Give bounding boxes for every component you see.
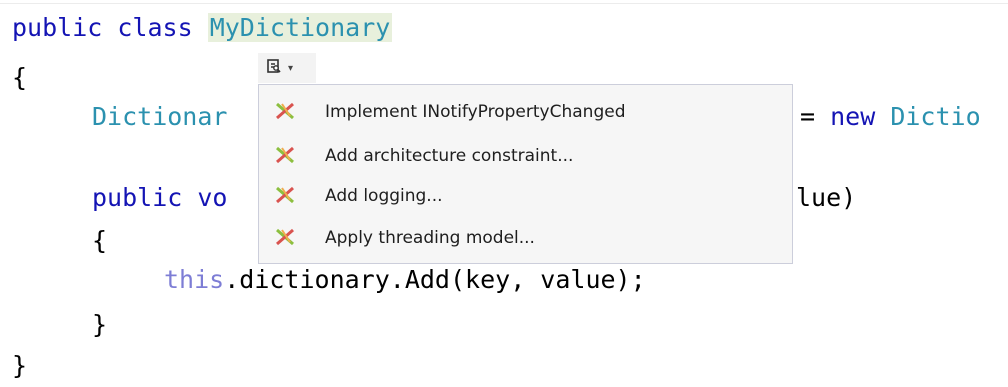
open-brace: {: [12, 63, 28, 92]
class-close-brace: }: [12, 351, 28, 380]
code-line-2: {: [12, 62, 27, 94]
smart-tag-button[interactable]: ▾: [258, 53, 316, 83]
code-line-5: {: [92, 225, 107, 257]
keyword-class: class: [117, 13, 193, 42]
code-line-4: public vo: [92, 182, 227, 214]
code-line-6: this.dictionary.Add(key, value);: [164, 264, 646, 296]
menu-item-label: Add logging...: [325, 186, 443, 206]
postsharp-icon: [274, 101, 296, 121]
statement-text: .dictionary.Add(key, value);: [224, 265, 646, 294]
menu-item-add-logging[interactable]: Add logging...: [259, 175, 792, 217]
postsharp-icon: [274, 145, 296, 165]
keyword-public-method: public: [92, 183, 183, 212]
postsharp-icon: [274, 227, 296, 247]
assignment-operator: =: [800, 102, 831, 131]
constructor-type-partial: Dictio: [875, 102, 981, 131]
code-line-3-tail: = new Dictio: [800, 101, 981, 133]
code-line-7: }: [92, 309, 107, 341]
code-line-4-tail: lue): [796, 182, 856, 214]
chevron-down-icon: ▾: [288, 62, 294, 74]
keyword-public: public: [12, 13, 103, 42]
menu-item-label: Add architecture constraint...: [325, 146, 574, 166]
field-type-partial: Dictionar: [92, 102, 228, 131]
menu-item-label: Implement INotifyPropertyChanged: [325, 102, 626, 122]
menu-item-apply-threading-model[interactable]: Apply threading model...: [259, 217, 792, 259]
method-open-brace: {: [92, 226, 108, 255]
menu-item-add-architecture-constraint[interactable]: Add architecture constraint...: [259, 135, 792, 177]
code-line-3: Dictionar: [92, 101, 227, 133]
smart-tag-menu: Implement INotifyPropertyChanged Add arc…: [258, 84, 793, 264]
keyword-void-partial: vo: [182, 183, 228, 212]
postsharp-icon: [274, 185, 296, 205]
menu-item-label: Apply threading model...: [325, 228, 535, 248]
keyword-this: this: [164, 265, 225, 294]
class-name[interactable]: MyDictionary: [207, 13, 393, 42]
smart-tag-icon: [265, 57, 283, 79]
keyword-new: new: [830, 102, 876, 131]
code-line-1: public class MyDictionary: [12, 12, 393, 44]
menu-item-implement-inotifypropertychanged[interactable]: Implement INotifyPropertyChanged: [259, 91, 792, 133]
method-close-brace: }: [92, 310, 108, 339]
code-line-8: }: [12, 350, 27, 382]
method-params-tail: lue): [796, 183, 857, 212]
